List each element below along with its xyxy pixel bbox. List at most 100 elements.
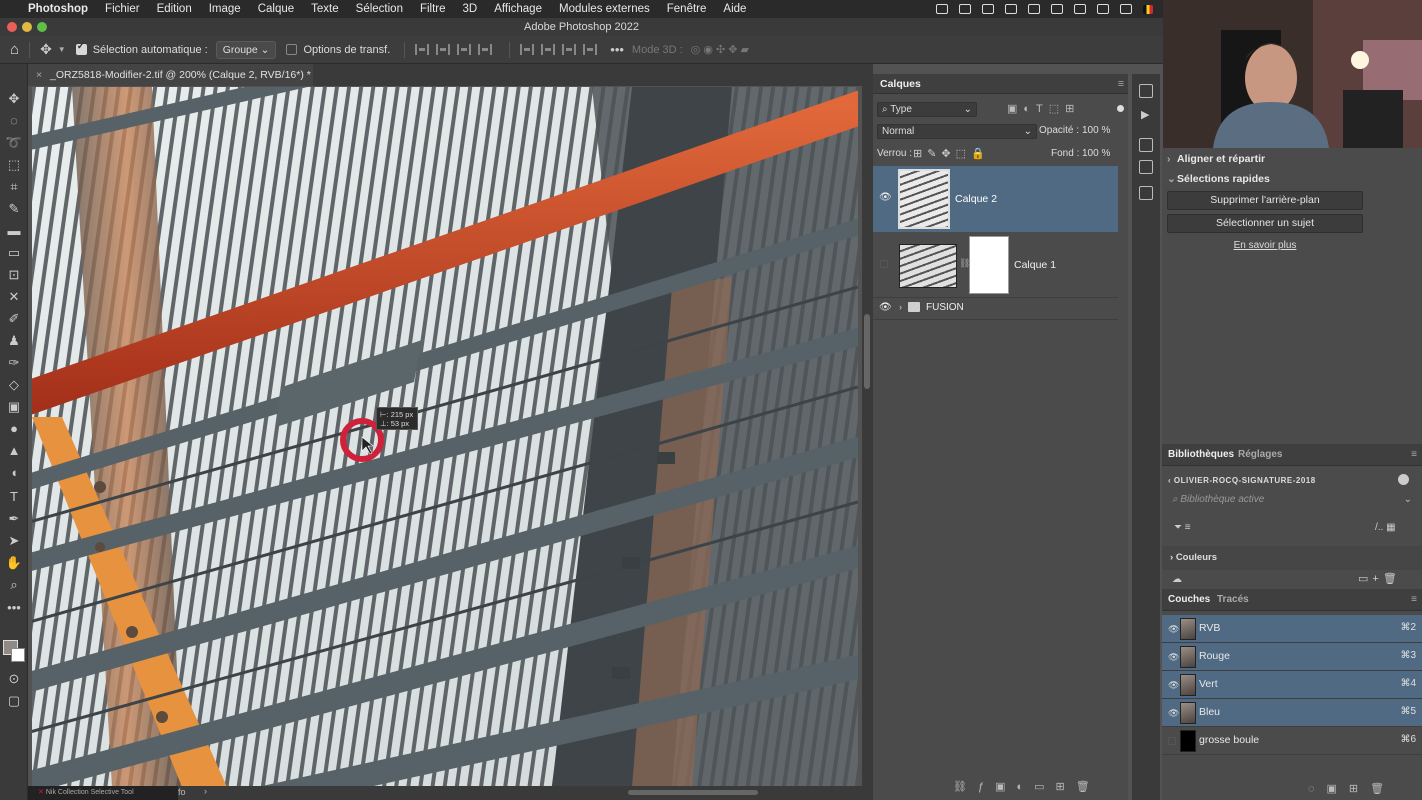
clone-source-icon[interactable]: [1139, 186, 1153, 200]
move-tool-icon[interactable]: ✥: [5, 90, 23, 108]
creative-cloud-icon[interactable]: [936, 4, 948, 14]
menu-selection[interactable]: Sélection: [356, 3, 403, 15]
menu-fichier[interactable]: Fichier: [105, 3, 140, 15]
auto-select-dropdown[interactable]: Groupe ⌄: [215, 40, 277, 59]
close-window-icon[interactable]: [7, 22, 17, 32]
channel-row-vert[interactable]: 👁 Vert ⌘4: [1162, 671, 1422, 699]
menu-image[interactable]: Image: [209, 3, 241, 15]
layers-footer-icons[interactable]: ⛓ƒ▣◐▭⊞🗑: [953, 780, 1101, 793]
battery-icon[interactable]: [1051, 4, 1063, 14]
align-vcenter-icon[interactable]: [541, 44, 556, 55]
distribute-horizontal-icon[interactable]: [478, 44, 493, 55]
blend-mode-dropdown[interactable]: Normal ⌄: [877, 124, 1037, 139]
layer-group-fusion[interactable]: 👁 › FUSION: [873, 298, 1118, 320]
layer-name[interactable]: Calque 1: [1014, 259, 1056, 271]
tool-preset-chevron-icon[interactable]: ▼: [58, 45, 66, 54]
object-selection-tool-icon[interactable]: ⬚: [5, 156, 23, 174]
gradient-tool-icon[interactable]: ▣: [5, 398, 23, 416]
eye-icon[interactable]: 👁: [879, 302, 892, 313]
menu-edition[interactable]: Edition: [157, 3, 192, 15]
status-chevron-icon[interactable]: ›: [204, 786, 207, 796]
menu-modules-externes[interactable]: Modules externes: [559, 3, 650, 15]
menu-photoshop[interactable]: Photoshop: [28, 3, 88, 15]
filter-toggle-icon[interactable]: [1117, 105, 1124, 112]
tab-adjustments[interactable]: Réglages: [1238, 444, 1282, 466]
library-breadcrumb[interactable]: ‹ OLIVIER-ROCQ-SIGNATURE-2018: [1168, 476, 1316, 485]
history-brush-tool-icon[interactable]: ✑: [5, 354, 23, 372]
eye-icon[interactable]: 👁: [1168, 652, 1179, 663]
opacity-value[interactable]: 100 %: [1082, 125, 1110, 136]
clone-stamp-tool-icon[interactable]: ♟: [5, 332, 23, 350]
channels-footer-icons[interactable]: ◌▣⊞🗑: [1308, 782, 1396, 795]
channel-row-grosse-boule[interactable]: grosse boule ⌘6: [1162, 727, 1422, 755]
layer-filter-dropdown[interactable]: ⌕ Type ⌄: [877, 102, 977, 117]
libraries-menu-icon[interactable]: ≡: [1411, 444, 1417, 466]
eye-icon[interactable]: 👁: [1168, 680, 1179, 691]
library-collaborators-icon[interactable]: [1398, 474, 1409, 485]
hand-tool-icon[interactable]: ✋: [5, 554, 23, 572]
menu-filtre[interactable]: Filtre: [420, 3, 446, 15]
eye-icon[interactable]: 👁: [879, 192, 892, 203]
patch-tool-icon[interactable]: ▭: [5, 244, 23, 262]
healing-brush-tool-icon[interactable]: ▬: [5, 222, 23, 240]
screen-mode-icon[interactable]: ▢: [5, 692, 23, 710]
layer-mask-thumbnail[interactable]: [969, 236, 1009, 294]
library-search-input[interactable]: ⌕ Bibliothèque active ⌄: [1166, 494, 1418, 510]
align-top-icon[interactable]: [520, 44, 535, 55]
channel-row-rvb[interactable]: 👁 RVB ⌘2: [1162, 615, 1422, 643]
sharpen-tool-icon[interactable]: ▲: [5, 442, 23, 460]
menu-calque[interactable]: Calque: [258, 3, 294, 15]
horizontal-scrollbar[interactable]: [628, 790, 758, 795]
screen-record-icon[interactable]: [982, 4, 994, 14]
layer-filter-icons[interactable]: ▣◐T⬚⊞: [1007, 102, 1080, 115]
align-section-header[interactable]: › Aligner et répartir: [1162, 148, 1422, 170]
wifi-icon[interactable]: [1120, 4, 1132, 14]
red-eye-tool-icon[interactable]: ✕: [5, 288, 23, 306]
background-color-swatch[interactable]: [11, 648, 25, 662]
menu-texte[interactable]: Texte: [311, 3, 339, 15]
visibility-toggle[interactable]: [880, 260, 888, 268]
tab-paths[interactable]: Tracés: [1217, 589, 1249, 611]
menu-fenetre[interactable]: Fenêtre: [667, 3, 707, 15]
quick-mask-icon[interactable]: ⊙: [5, 670, 23, 688]
channels-menu-icon[interactable]: ≡: [1411, 589, 1417, 611]
fill-value[interactable]: 100 %: [1082, 148, 1110, 159]
layer-name[interactable]: Calque 2: [955, 193, 997, 205]
lock-icons[interactable]: ⊞✎✥⬚🔒: [913, 147, 990, 160]
learn-more-link[interactable]: En savoir plus: [1162, 240, 1368, 251]
document-canvas[interactable]: ⊢: 215 px ⊥: 53 px: [32, 87, 858, 787]
minimize-window-icon[interactable]: [22, 22, 32, 32]
properties-icon[interactable]: [1139, 160, 1153, 174]
channel-row-bleu[interactable]: 👁 Bleu ⌘5: [1162, 699, 1422, 727]
history-icon[interactable]: [1139, 84, 1153, 98]
eye-icon[interactable]: 👁: [1168, 624, 1179, 635]
filter-icon[interactable]: ⏷ ≡: [1174, 522, 1191, 533]
layer-row-calque-1[interactable]: ⛓ Calque 1: [873, 234, 1118, 298]
brush-tool-icon[interactable]: ✐: [5, 310, 23, 328]
pen-tool-icon[interactable]: ✒: [5, 510, 23, 528]
display-icon[interactable]: [1005, 4, 1017, 14]
blur-tool-icon[interactable]: ●: [5, 420, 23, 438]
colors-section[interactable]: › Couleurs: [1162, 546, 1422, 570]
cloud-icon[interactable]: ☁: [1172, 574, 1182, 585]
vertical-scrollbar[interactable]: [864, 314, 870, 389]
menu-aide[interactable]: Aide: [723, 3, 746, 15]
remove-background-button[interactable]: Supprimer l'arrière-plan: [1167, 191, 1363, 210]
align-hcenter-icon[interactable]: [436, 44, 451, 55]
menu-3d[interactable]: 3D: [463, 3, 478, 15]
more-options-icon[interactable]: •••: [610, 42, 624, 57]
type-tool-icon[interactable]: T: [5, 488, 23, 506]
edit-toolbar-icon[interactable]: •••: [5, 599, 23, 617]
airplay-icon[interactable]: [1074, 4, 1086, 14]
zoom-tool-icon[interactable]: ⌕: [5, 576, 23, 594]
channel-row-rouge[interactable]: 👁 Rouge ⌘3: [1162, 643, 1422, 671]
move-tool-icon[interactable]: ✥: [40, 41, 52, 58]
tab-channels[interactable]: Couches: [1168, 589, 1210, 611]
content-aware-move-icon[interactable]: ⊡: [5, 266, 23, 284]
path-selection-tool-icon[interactable]: ➤: [5, 532, 23, 550]
group-expand-chevron-icon[interactable]: ›: [899, 302, 902, 312]
keyboard-flag-icon[interactable]: [1143, 4, 1153, 14]
view-options-icon[interactable]: /.. ▦: [1375, 522, 1396, 533]
panel-menu-icon[interactable]: ≡: [1118, 74, 1124, 94]
eye-icon[interactable]: 👁: [1168, 708, 1179, 719]
